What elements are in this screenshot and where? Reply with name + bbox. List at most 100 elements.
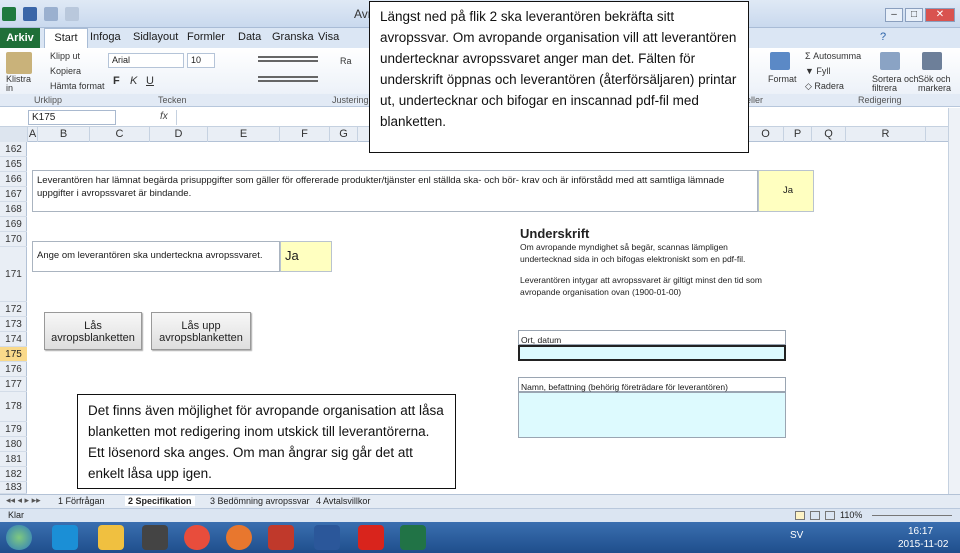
format-icon[interactable]: [770, 52, 790, 70]
find-select-icon[interactable]: [922, 52, 942, 70]
format-painter-button[interactable]: Hämta format: [50, 81, 105, 91]
normal-view-icon[interactable]: [795, 511, 805, 520]
column-header[interactable]: P: [784, 127, 812, 142]
sheet-tab-1[interactable]: 1 Förfrågan: [58, 496, 105, 506]
row-header[interactable]: 176: [0, 362, 27, 377]
start-orb-icon[interactable]: [6, 525, 32, 550]
clear-button[interactable]: ◇ Radera: [805, 81, 844, 92]
zoom-level[interactable]: 110%: [840, 510, 862, 520]
statement-answer-cell[interactable]: Ja: [758, 170, 814, 212]
row-header[interactable]: 162: [0, 142, 27, 157]
media-icon[interactable]: [142, 525, 168, 550]
column-header[interactable]: G: [330, 127, 358, 142]
clock-date[interactable]: 2015-11-02: [898, 539, 948, 550]
row-header[interactable]: 178: [0, 392, 27, 422]
row-header[interactable]: 174: [0, 332, 27, 347]
maximize-button[interactable]: □: [905, 8, 923, 22]
undo-icon[interactable]: [44, 7, 59, 21]
firefox-icon[interactable]: [226, 525, 252, 550]
row-header[interactable]: 167: [0, 187, 27, 202]
name-title-input[interactable]: [518, 392, 786, 438]
row-header[interactable]: 172: [0, 302, 27, 317]
help-icon[interactable]: ?: [880, 31, 886, 43]
font-size-select[interactable]: 10: [187, 53, 215, 68]
align-icon[interactable]: [258, 56, 318, 62]
wrap-text-button[interactable]: Ra: [340, 56, 352, 66]
mail-icon[interactable]: [268, 525, 294, 550]
page-break-icon[interactable]: [825, 511, 835, 520]
copy-button[interactable]: Kopiera: [50, 66, 81, 76]
zoom-slider[interactable]: [872, 515, 952, 516]
column-header[interactable]: O: [748, 127, 784, 142]
tab-data[interactable]: Data: [238, 31, 261, 43]
redo-icon[interactable]: [65, 7, 80, 21]
tab-formler[interactable]: Formler: [187, 31, 225, 43]
name-box[interactable]: K175: [28, 110, 116, 125]
lock-form-button[interactable]: Lås avropsblanketten: [44, 312, 142, 350]
column-header[interactable]: Q: [812, 127, 846, 142]
save-icon[interactable]: [23, 7, 38, 21]
column-header[interactable]: B: [38, 127, 90, 142]
italic-button[interactable]: K: [130, 75, 137, 87]
row-header[interactable]: 170: [0, 232, 27, 247]
tab-infoga[interactable]: Infoga: [90, 31, 121, 43]
row-header[interactable]: 181: [0, 452, 27, 467]
row-header[interactable]: 168: [0, 202, 27, 217]
row-header[interactable]: 182: [0, 467, 27, 482]
tab-granska[interactable]: Granska: [272, 31, 314, 43]
column-header[interactable]: A: [28, 127, 38, 142]
row-header[interactable]: 171: [0, 247, 27, 302]
paste-button[interactable]: Klistra in: [6, 75, 31, 93]
column-header[interactable]: F: [280, 127, 330, 142]
cut-button[interactable]: Klipp ut: [50, 51, 80, 61]
row-header-selected[interactable]: 175: [0, 347, 27, 362]
tab-arkiv[interactable]: Arkiv: [0, 28, 40, 48]
sort-filter-button[interactable]: Sortera och filtrera: [872, 75, 919, 93]
format-button[interactable]: Format: [768, 74, 797, 84]
explorer-icon[interactable]: [98, 525, 124, 550]
column-header[interactable]: E: [208, 127, 280, 142]
align-horizontal-icon[interactable]: [258, 76, 318, 82]
paste-icon[interactable]: [6, 52, 32, 74]
excel-taskbar-icon[interactable]: [400, 525, 426, 550]
sign-answer-cell[interactable]: Ja: [280, 241, 332, 272]
row-header[interactable]: 183: [0, 482, 27, 494]
column-header[interactable]: C: [90, 127, 150, 142]
fx-icon[interactable]: fx: [160, 111, 168, 122]
clock-time[interactable]: 16:17: [908, 526, 933, 537]
sheet-nav-icon[interactable]: ◂◂ ◂ ▸ ▸▸: [6, 495, 41, 506]
sort-filter-icon[interactable]: [880, 52, 900, 70]
row-header[interactable]: 173: [0, 317, 27, 332]
vertical-scrollbar[interactable]: [948, 108, 960, 494]
sheet-tab-4[interactable]: 4 Avtalsvillkor: [316, 496, 370, 506]
tab-visa[interactable]: Visa: [318, 31, 339, 43]
word-icon[interactable]: [314, 525, 340, 550]
row-header[interactable]: 165: [0, 157, 27, 172]
row-header[interactable]: 177: [0, 377, 27, 392]
ie-icon[interactable]: [52, 525, 78, 550]
minimize-button[interactable]: –: [885, 8, 903, 22]
autosum-button[interactable]: Σ Autosumma: [805, 51, 861, 61]
column-header[interactable]: D: [150, 127, 208, 142]
page-layout-icon[interactable]: [810, 511, 820, 520]
sheet-tab-3[interactable]: 3 Bedömning avropssvar: [210, 496, 310, 506]
unlock-form-button[interactable]: Lås upp avropsblanketten: [151, 312, 251, 350]
select-all-corner[interactable]: [0, 127, 28, 142]
find-select-button[interactable]: Sök och markera: [918, 75, 951, 93]
underline-button[interactable]: U: [146, 75, 154, 87]
tab-sidlayout[interactable]: Sidlayout: [133, 31, 178, 43]
sheet-tab-2[interactable]: 2 Specifikation: [125, 496, 195, 506]
bold-button[interactable]: F: [113, 75, 120, 87]
row-header[interactable]: 180: [0, 437, 27, 452]
tab-start[interactable]: Start: [44, 28, 88, 48]
column-header[interactable]: R: [846, 127, 926, 142]
row-header[interactable]: 166: [0, 172, 27, 187]
chrome-icon[interactable]: [184, 525, 210, 550]
row-header[interactable]: 179: [0, 422, 27, 437]
place-date-input[interactable]: [518, 345, 786, 361]
font-name-select[interactable]: Arial: [108, 53, 184, 68]
language-indicator[interactable]: SV: [790, 530, 803, 541]
row-header[interactable]: 169: [0, 217, 27, 232]
close-button[interactable]: ✕: [925, 8, 955, 22]
fill-button[interactable]: ▼ Fyll: [805, 66, 830, 76]
